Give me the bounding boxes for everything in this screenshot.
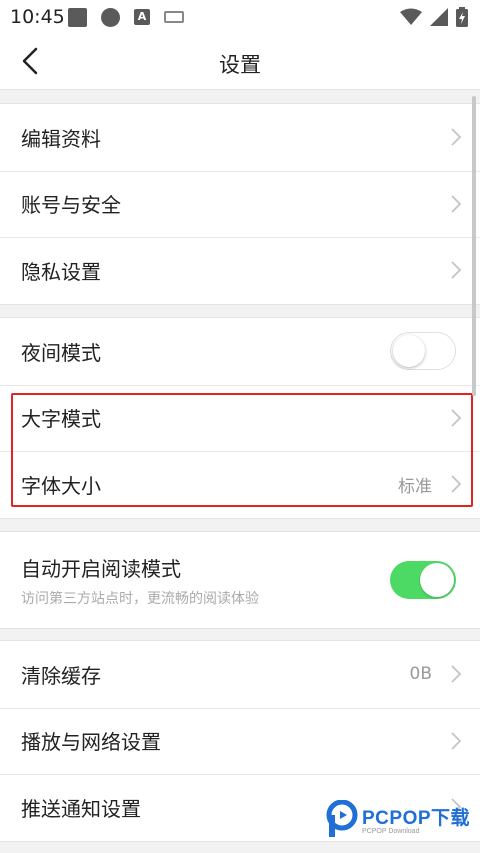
account-security-label: 账号与安全 — [21, 193, 121, 218]
status-bar: 10:45 A — [0, 0, 480, 34]
font-size-value: 标准 — [398, 476, 432, 497]
playback-network-label: 播放与网络设置 — [21, 730, 161, 755]
scrollbar[interactable] — [472, 96, 476, 396]
watermark-subtext: PCPOP Download — [362, 828, 420, 835]
clear-cache-label: 清除缓存 — [21, 663, 101, 688]
toggle-knob — [393, 335, 425, 368]
pcpop-logo-icon — [326, 800, 358, 837]
notification-circle-icon — [101, 7, 120, 27]
large-text-mode-label: 大字模式 — [21, 407, 101, 432]
chevron-right-icon — [451, 665, 462, 683]
auto-reading-mode-title: 自动开启阅读模式 — [21, 556, 181, 581]
battery-charging-icon — [456, 7, 468, 27]
auto-reading-mode-row: 自动开启阅读模式 访问第三方站点时，更流畅的阅读体验 — [0, 532, 480, 628]
nav-bar: 设置 — [0, 34, 480, 90]
chevron-right-icon — [451, 475, 462, 493]
page-title: 设置 — [219, 53, 261, 77]
large-text-mode-row[interactable]: 大字模式 — [0, 384, 480, 452]
playback-network-row[interactable]: 播放与网络设置 — [0, 707, 480, 775]
chevron-right-icon — [451, 261, 462, 279]
edit-profile-label: 编辑资料 — [21, 126, 101, 151]
toggle-knob — [420, 563, 454, 597]
push-notification-label: 推送通知设置 — [21, 796, 141, 821]
auto-reading-mode-subtitle: 访问第三方站点时，更流畅的阅读体验 — [21, 590, 259, 607]
display-settings-group: 夜间模式 大字模式 字体大小 标准 — [0, 317, 480, 519]
night-mode-row: 夜间模式 — [0, 318, 480, 385]
notification-square-icon — [68, 7, 87, 27]
chevron-right-icon — [451, 128, 462, 146]
chevron-right-icon — [451, 195, 462, 213]
reading-mode-group: 自动开启阅读模式 访问第三方站点时，更流畅的阅读体验 — [0, 531, 480, 629]
clear-cache-row[interactable]: 清除缓存 0B — [0, 641, 480, 708]
night-mode-toggle[interactable] — [390, 332, 456, 371]
keyboard-icon — [164, 11, 184, 23]
account-settings-group: 编辑资料 账号与安全 隐私设置 — [0, 103, 480, 305]
watermark: PCPOP下载 PCPOP Download — [326, 800, 470, 838]
signal-icon — [430, 8, 448, 26]
chevron-right-icon — [451, 409, 462, 427]
notification-a-icon: A — [134, 9, 150, 25]
privacy-settings-label: 隐私设置 — [21, 259, 101, 284]
watermark-text: PCPOP下载 — [362, 808, 471, 829]
night-mode-label: 夜间模式 — [21, 340, 101, 365]
account-security-row[interactable]: 账号与安全 — [0, 170, 480, 238]
status-time: 10:45 — [10, 6, 65, 28]
font-size-row[interactable]: 字体大小 标准 — [0, 451, 480, 518]
wifi-icon — [400, 8, 422, 25]
edit-profile-row[interactable]: 编辑资料 — [0, 104, 480, 171]
privacy-settings-row[interactable]: 隐私设置 — [0, 237, 480, 304]
chevron-right-icon — [451, 732, 462, 750]
font-size-label: 字体大小 — [21, 473, 101, 498]
cache-size-value: 0B — [409, 664, 432, 685]
auto-reading-mode-toggle[interactable] — [390, 561, 456, 599]
